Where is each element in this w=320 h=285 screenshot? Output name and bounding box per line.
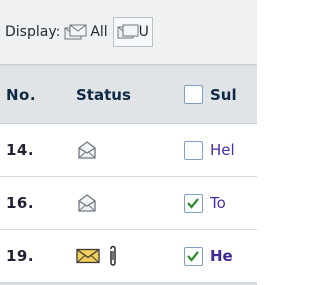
message-subject-link[interactable]: He bbox=[210, 247, 233, 265]
table-row[interactable]: 14. Hel bbox=[0, 124, 257, 177]
message-number: 19. bbox=[6, 247, 35, 265]
display-unread-label: U bbox=[138, 24, 149, 40]
table-row[interactable]: 19. He bbox=[0, 230, 257, 283]
all-messages-icon bbox=[64, 24, 87, 40]
unread-envelope-icon bbox=[76, 248, 100, 264]
select-all-checkbox[interactable] bbox=[183, 85, 203, 104]
column-header-no[interactable]: No. bbox=[6, 66, 72, 123]
display-all-label: All bbox=[90, 24, 108, 40]
column-header-subject[interactable]: Sul bbox=[210, 66, 257, 123]
table-header-row: No. Status Sul bbox=[0, 66, 257, 124]
display-label: Display: bbox=[5, 24, 61, 40]
paperclip-icon bbox=[110, 245, 116, 266]
display-all-option[interactable]: All bbox=[64, 23, 108, 41]
message-number: 16. bbox=[6, 194, 35, 212]
message-subject-link[interactable]: Hel bbox=[210, 141, 235, 159]
checkmark-icon bbox=[187, 198, 199, 209]
message-number: 14. bbox=[6, 141, 35, 159]
unread-messages-icon bbox=[117, 24, 139, 39]
column-header-status[interactable]: Status bbox=[76, 66, 174, 123]
row-select-checkbox[interactable] bbox=[183, 140, 203, 160]
read-envelope-icon bbox=[78, 194, 96, 212]
checkmark-icon bbox=[187, 251, 199, 262]
message-list-panel: Display: All U No. Status Sul 14. Hel 16… bbox=[0, 0, 257, 285]
display-filter-bar: Display: All U bbox=[0, 0, 257, 65]
table-row[interactable]: 16. To bbox=[0, 177, 257, 230]
row-select-checkbox[interactable] bbox=[183, 193, 203, 213]
row-select-checkbox[interactable] bbox=[183, 246, 203, 266]
display-unread-button[interactable]: U bbox=[112, 17, 153, 47]
read-envelope-icon bbox=[78, 141, 96, 159]
message-subject-link[interactable]: To bbox=[210, 194, 226, 212]
